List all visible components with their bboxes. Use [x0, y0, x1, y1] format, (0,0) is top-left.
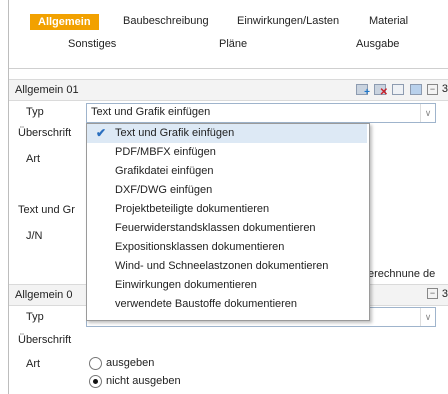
section-toolbar: + ✕ −: [355, 83, 438, 98]
check-icon: ✔: [96, 126, 107, 140]
dropdown-option[interactable]: Einwirkungen dokumentieren: [87, 276, 367, 295]
typ-dropdown-list: ✔ Text und Grafik einfügen PDF/MBFX einf…: [86, 123, 370, 321]
radio-ausgeben[interactable]: [89, 357, 102, 370]
collapse-icon[interactable]: −: [427, 288, 438, 299]
table-icon[interactable]: [409, 83, 423, 95]
dropdown-option[interactable]: DXF/DWG einfügen: [87, 181, 367, 200]
section-title: Allgemein 01: [15, 84, 79, 96]
dropdown-option[interactable]: PDF/MBFX einfügen: [87, 143, 367, 162]
radio-nicht-ausgeben-label[interactable]: nicht ausgeben: [106, 375, 181, 387]
radio-nicht-ausgeben[interactable]: [89, 375, 102, 388]
typ-label: Typ: [26, 311, 44, 323]
section-edge-label: 3: [441, 83, 448, 95]
radio-ausgeben-label[interactable]: ausgeben: [106, 357, 154, 369]
tab-einwirkungen-lasten[interactable]: Einwirkungen/Lasten: [237, 15, 339, 27]
left-frame-border: [8, 0, 9, 394]
ueberschrift-label: Überschrift: [18, 127, 72, 139]
chevron-down-icon[interactable]: ∨: [420, 104, 435, 122]
art-label: Art: [26, 358, 41, 370]
move-document-icon[interactable]: [391, 83, 405, 95]
dropdown-option[interactable]: Grafikdatei einfügen: [87, 162, 367, 181]
typ-select-value: Text und Grafik einfügen: [91, 106, 211, 118]
tab-allgemein[interactable]: Allgemein: [30, 14, 99, 30]
dropdown-option[interactable]: ✔ Text und Grafik einfügen: [87, 124, 367, 143]
dropdown-option[interactable]: Projektbeteiligte dokumentieren: [87, 200, 367, 219]
ueberschrift-label: Überschrift: [18, 334, 72, 346]
delete-document-icon[interactable]: ✕: [373, 83, 388, 98]
art-label: Art: [26, 153, 41, 165]
jn-label: J/N: [26, 230, 43, 242]
dropdown-option[interactable]: verwendete Baustoffe dokumentieren: [87, 295, 367, 314]
section-header-allgemein-01: Allgemein 01 + ✕ − 3: [9, 79, 448, 101]
tabs-divider: [9, 68, 448, 69]
section-title: Allgemein 0: [15, 289, 73, 301]
typ-select[interactable]: Text und Grafik einfügen ∨: [86, 103, 436, 123]
dropdown-option[interactable]: Wind- und Schneelastzonen dokumentieren: [87, 257, 367, 276]
dropdown-option[interactable]: Expositionsklassen dokumentieren: [87, 238, 367, 257]
add-document-icon[interactable]: +: [355, 83, 370, 98]
section-toolbar: −: [427, 288, 438, 299]
background-text-fragment: erechnune de: [368, 268, 436, 280]
text-und-grafik-label: Text und Gr: [18, 204, 75, 216]
tab-ausgabe[interactable]: Ausgabe: [356, 38, 399, 50]
tab-material[interactable]: Material: [369, 15, 408, 27]
chevron-down-icon[interactable]: ∨: [420, 308, 435, 326]
tab-baubeschreibung[interactable]: Baubeschreibung: [123, 15, 209, 27]
section-edge-label: 3: [441, 288, 448, 300]
tab-plaene[interactable]: Pläne: [219, 38, 247, 50]
tab-sonstiges[interactable]: Sonstiges: [68, 38, 116, 50]
typ-label: Typ: [26, 106, 44, 118]
dropdown-option[interactable]: Feuerwiderstandsklassen dokumentieren: [87, 219, 367, 238]
collapse-icon[interactable]: −: [427, 83, 438, 95]
